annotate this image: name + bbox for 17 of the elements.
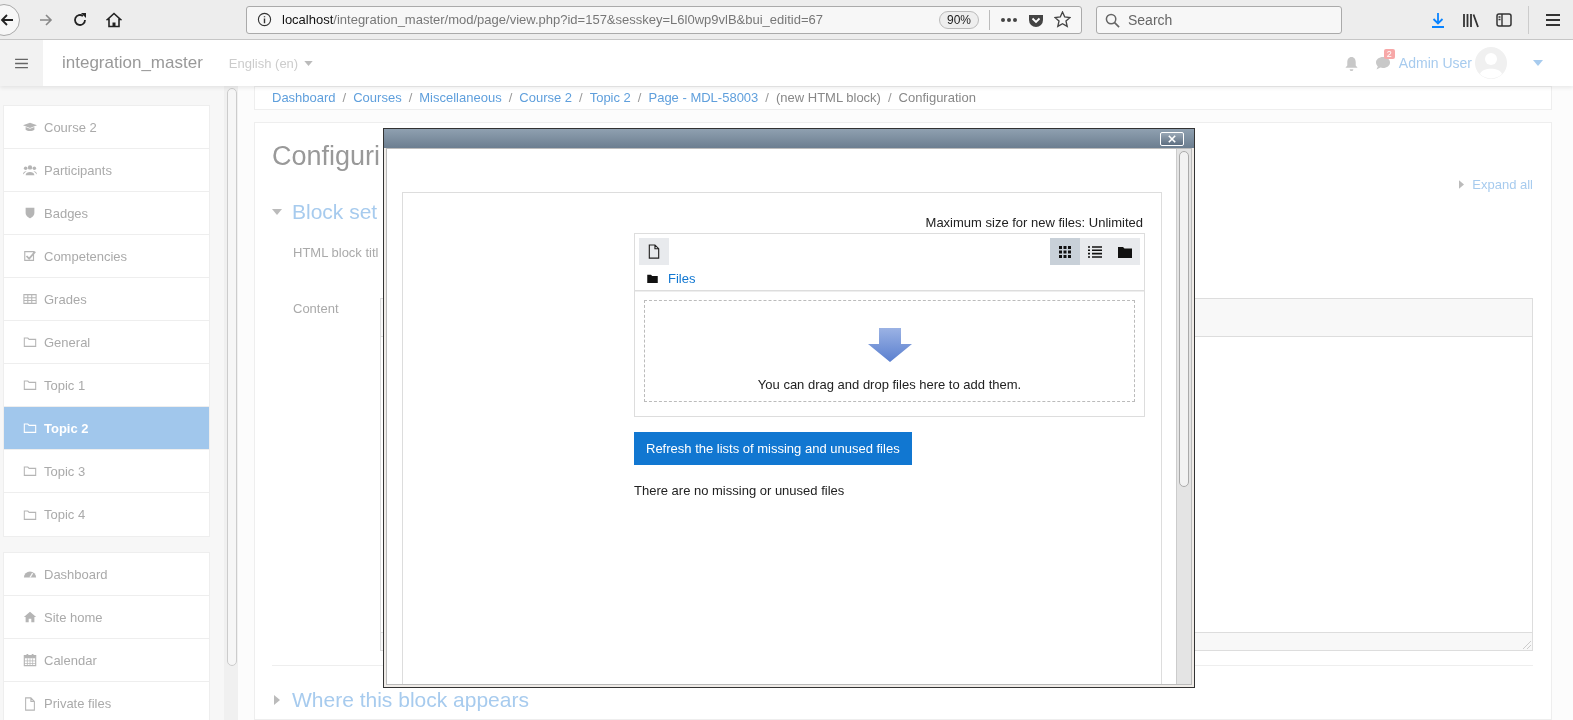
- url-text: localhost/integration_master/mod/page/view.php?id=157&sesskey=L6l0wp9vlB&bui_editid=67: [282, 12, 824, 27]
- field-label: HTML block titl: [293, 245, 379, 260]
- breadcrumb-separator: /: [765, 90, 769, 105]
- breadcrumb-separator: /: [408, 90, 413, 105]
- page-heading: Configuri: [272, 141, 381, 173]
- field-label: Content: [293, 300, 340, 318]
- message-count-badge: 2: [1383, 49, 1395, 59]
- breadcrumb-separator: /: [508, 90, 513, 105]
- breadcrumb-separator: /: [342, 90, 347, 105]
- drop-hint: You can drag and drop files here to add them.: [757, 377, 1022, 392]
- max-size-note: Maximum size for new files: Unlimited: [925, 215, 1143, 230]
- status-text: There are no missing or unused files: [634, 483, 845, 498]
- breadcrumb-item: (new HTML block): [775, 90, 881, 105]
- breadcrumb-separator: /: [579, 90, 583, 105]
- breadcrumb-item: Configuration: [898, 90, 976, 105]
- breadcrumb-separator: /: [887, 90, 892, 105]
- breadcrumb-separator: /: [637, 90, 642, 105]
